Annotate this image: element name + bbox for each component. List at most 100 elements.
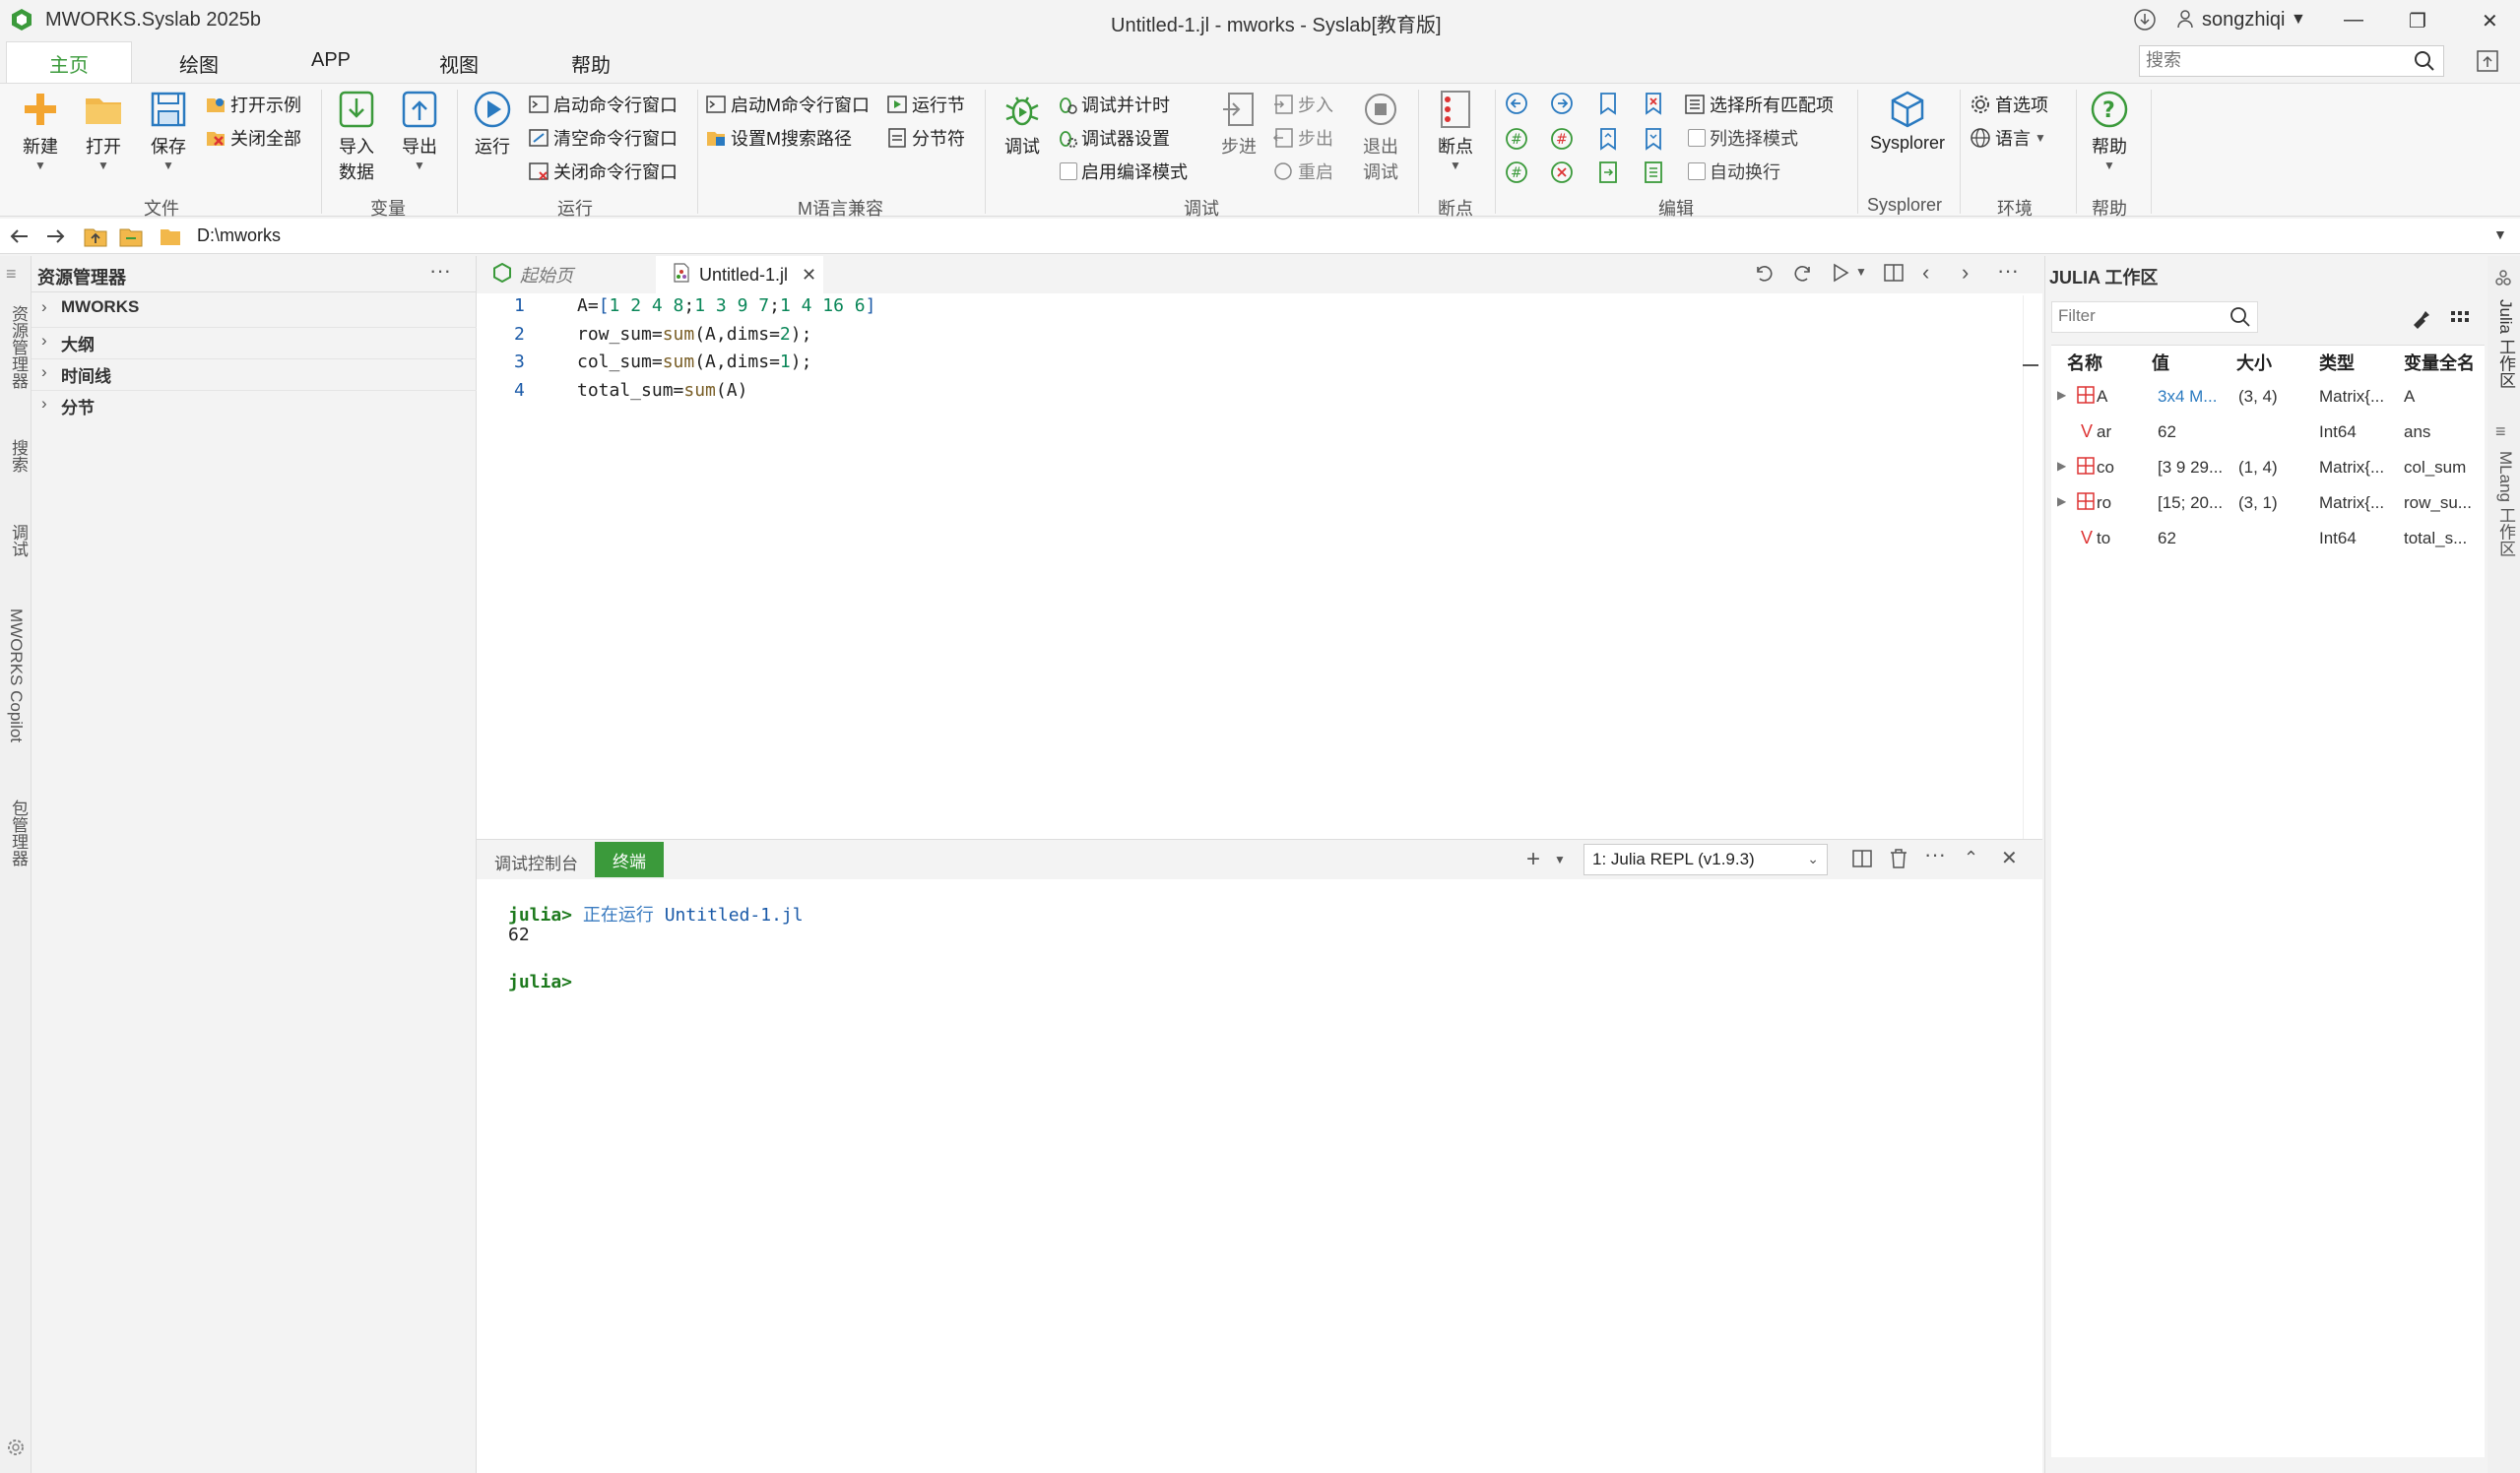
- col-header-type[interactable]: 类型: [2319, 350, 2355, 375]
- new-button[interactable]: 新建 ▼: [14, 90, 67, 172]
- user-icon[interactable]: [2176, 8, 2198, 34]
- back-arrow-icon[interactable]: [8, 224, 32, 253]
- code-line[interactable]: A=[1 2 4 8;1 3 9 7;1 4 16 6]: [577, 295, 875, 316]
- uncomment-icon[interactable]: #: [1550, 127, 1574, 156]
- split-editor-icon[interactable]: [1883, 262, 1905, 288]
- restore-icon[interactable]: ❐: [2409, 9, 2426, 33]
- update-icon[interactable]: [2133, 8, 2157, 36]
- code-line[interactable]: total_sum=sum(A): [577, 380, 747, 401]
- col-header-value[interactable]: 值: [2152, 350, 2169, 375]
- tab-home[interactable]: 主页: [49, 49, 89, 78]
- run-file-icon[interactable]: [1830, 262, 1851, 288]
- start-m-cmd-button[interactable]: 启动M命令行窗口: [705, 92, 870, 117]
- remove-comment-icon[interactable]: [1550, 160, 1574, 189]
- pin-icon[interactable]: [2476, 49, 2499, 78]
- chevron-down-icon[interactable]: ▼: [1554, 853, 1566, 866]
- debugger-settings-button[interactable]: 调试器设置: [1056, 125, 1170, 151]
- browse-folder-icon[interactable]: [118, 224, 144, 253]
- chevron-down-icon[interactable]: ▼: [2493, 226, 2507, 242]
- save-button[interactable]: 保存 ▼: [142, 90, 195, 172]
- grid-icon[interactable]: [2449, 307, 2471, 334]
- tree-item[interactable]: › MWORKS: [32, 297, 477, 325]
- tree-item[interactable]: › 时间线: [32, 362, 477, 390]
- import-data-button[interactable]: 导入 数据: [331, 90, 382, 184]
- set-m-path-button[interactable]: 设置M搜索路径: [705, 125, 852, 151]
- filter-input[interactable]: [2052, 302, 2210, 330]
- expand-icon[interactable]: ▶: [2057, 388, 2066, 402]
- compile-mode-checkbox[interactable]: 启用编译模式: [1060, 159, 1188, 184]
- activity-copilot[interactable]: MWORKS Copilot: [6, 608, 26, 742]
- table-row[interactable]: ▶ co [3 9 29... (1, 4) Matrix{... col_su…: [2051, 453, 2485, 486]
- next-bookmark-icon[interactable]: [1643, 127, 1664, 156]
- trash-icon[interactable]: [1889, 848, 1908, 874]
- close-icon[interactable]: ✕: [2482, 9, 2498, 33]
- activity-julia-workspace[interactable]: Julia 工作区: [2493, 299, 2518, 389]
- code-line[interactable]: row_sum=sum(A,dims=2);: [577, 324, 811, 345]
- toggle-comment-icon[interactable]: #: [1505, 160, 1528, 189]
- redo-icon[interactable]: [1792, 262, 1814, 288]
- prev-bookmark-icon[interactable]: [1597, 127, 1619, 156]
- outdent-icon[interactable]: [1643, 160, 1664, 189]
- run-button[interactable]: 运行: [467, 90, 518, 159]
- add-terminal-icon[interactable]: +: [1526, 846, 1540, 873]
- back-icon[interactable]: [1505, 92, 1528, 120]
- chevron-down-icon[interactable]: ▼: [1855, 265, 1867, 279]
- more-icon[interactable]: ···: [1997, 258, 2019, 284]
- current-path[interactable]: D:\mworks: [197, 225, 281, 246]
- tab-app[interactable]: APP: [311, 49, 351, 72]
- language-button[interactable]: 语言 ▼: [1970, 125, 2046, 151]
- forward-arrow-icon[interactable]: [43, 224, 67, 253]
- sysplorer-button[interactable]: Sysplorer: [1861, 90, 1954, 154]
- activity-search[interactable]: 搜索: [6, 439, 31, 473]
- activity-mlang-workspace[interactable]: MLang 工作区: [2493, 451, 2518, 557]
- comment-icon[interactable]: #: [1505, 127, 1528, 156]
- up-folder-icon[interactable]: [83, 224, 108, 253]
- debug-button[interactable]: 调试: [997, 90, 1048, 159]
- chevron-left-icon[interactable]: ‹: [1922, 260, 1929, 286]
- activity-debug[interactable]: 调试: [6, 524, 31, 557]
- tab-start-page[interactable]: 起始页: [477, 256, 654, 293]
- close-panel-icon[interactable]: ✕: [2001, 846, 2018, 870]
- filter-box[interactable]: [2051, 301, 2258, 333]
- more-icon[interactable]: ···: [429, 258, 451, 284]
- chevron-down-icon[interactable]: ▼: [2291, 11, 2306, 29]
- tab-view[interactable]: 视图: [439, 49, 479, 78]
- select-all-matches-button[interactable]: 选择所有匹配项: [1684, 92, 1834, 117]
- clear-cmd-button[interactable]: 清空命令行窗口: [528, 125, 678, 151]
- table-row[interactable]: ▶ ro [15; 20... (3, 1) Matrix{... row_su…: [2051, 488, 2485, 522]
- editor-scrollbar[interactable]: [2023, 295, 2042, 839]
- exit-debug-button[interactable]: 退出 调试: [1355, 90, 1406, 184]
- preferences-button[interactable]: 首选项: [1970, 92, 2048, 117]
- breakpoints-button[interactable]: 断点 ▼: [1430, 90, 1481, 172]
- menu-icon[interactable]: ≡: [6, 264, 17, 285]
- search-icon[interactable]: [2229, 306, 2251, 333]
- export-button[interactable]: 导出 ▼: [394, 90, 445, 172]
- settings-gear-icon[interactable]: [6, 1438, 26, 1462]
- tree-item[interactable]: › 大纲: [32, 331, 477, 358]
- auto-wrap-checkbox[interactable]: 自动换行: [1688, 159, 1780, 184]
- column-mode-checkbox[interactable]: 列选择模式: [1688, 125, 1798, 151]
- open-example-button[interactable]: 打开示例: [205, 92, 301, 117]
- search-box[interactable]: [2139, 45, 2444, 77]
- start-cmd-button[interactable]: 启动命令行窗口: [528, 92, 678, 117]
- tab-debug-console[interactable]: 调试控制台: [494, 850, 578, 874]
- step-out-button[interactable]: 步出: [1272, 125, 1333, 151]
- run-section-button[interactable]: 运行节: [886, 92, 965, 117]
- more-icon[interactable]: ···: [1924, 842, 1946, 867]
- user-name[interactable]: songzhiqi: [2202, 9, 2286, 32]
- tab-terminal[interactable]: 终端: [595, 842, 664, 877]
- clear-bookmark-icon[interactable]: [1643, 92, 1664, 120]
- search-input[interactable]: [2140, 46, 2396, 74]
- forward-icon[interactable]: [1550, 92, 1574, 120]
- col-header-fullname[interactable]: 变量全名: [2404, 350, 2475, 375]
- maximize-panel-icon[interactable]: ⌃: [1964, 848, 1978, 868]
- col-header-size[interactable]: 大小: [2236, 350, 2272, 375]
- tab-untitled[interactable]: Untitled-1.jl ✕: [656, 256, 823, 293]
- tab-plot[interactable]: 绘图: [179, 49, 219, 78]
- activity-package-manager[interactable]: 包管理器: [6, 800, 31, 866]
- split-terminal-icon[interactable]: [1851, 848, 1873, 874]
- help-button[interactable]: ? 帮助 ▼: [2084, 90, 2135, 172]
- open-button[interactable]: 打开 ▼: [77, 90, 130, 172]
- debug-timer-button[interactable]: 调试并计时: [1056, 92, 1170, 117]
- bookmark-icon[interactable]: [1597, 92, 1619, 120]
